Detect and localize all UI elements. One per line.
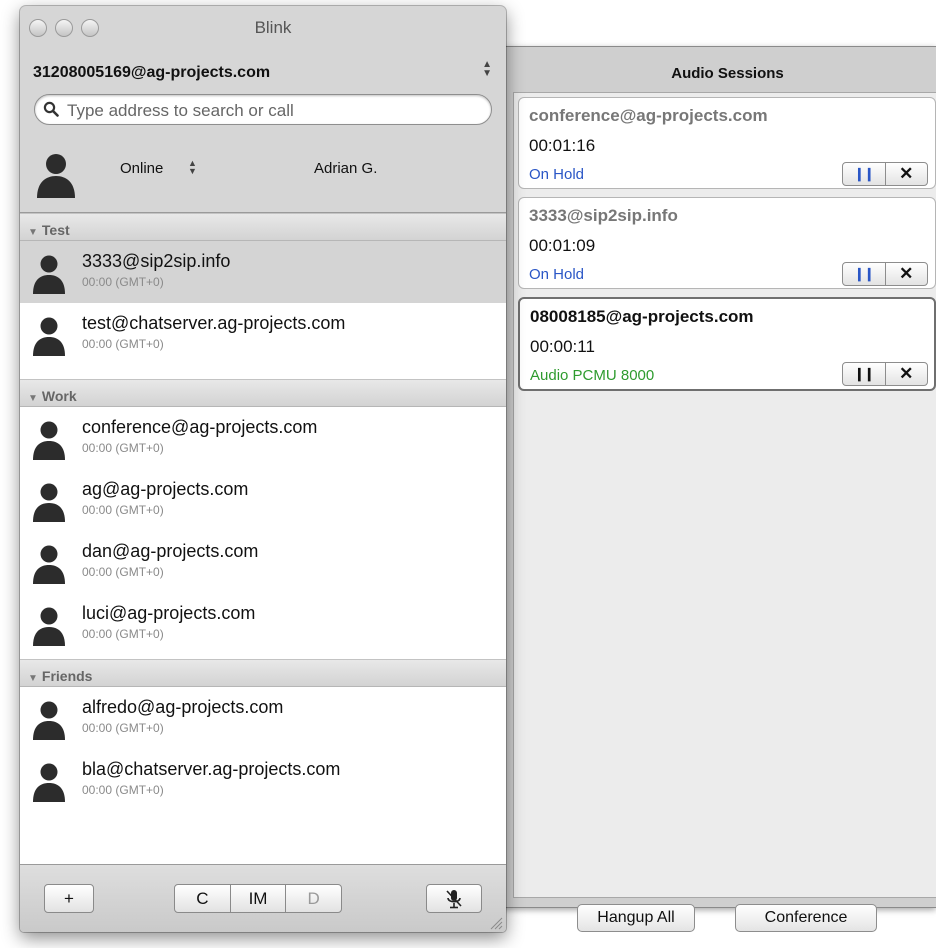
pause-icon: ❙❙ — [853, 266, 875, 281]
hold-button[interactable]: ❙❙ — [843, 363, 885, 385]
contact-row[interactable]: alfredo@ag-projects.com 00:00 (GMT+0) — [20, 687, 506, 749]
contact-avatar-icon — [33, 545, 65, 584]
contact-row[interactable]: luci@ag-projects.com 00:00 (GMT+0) — [20, 593, 506, 655]
contact-name: dan@ag-projects.com — [82, 541, 259, 561]
audio-sessions-title: Audio Sessions — [671, 65, 784, 82]
presence-stepper-icon[interactable]: ▲ ▼ — [188, 159, 197, 176]
hangup-all-button[interactable]: Hangup All — [577, 904, 695, 932]
search-field[interactable] — [34, 94, 492, 125]
group-header-test[interactable]: ▼ Test — [20, 213, 506, 241]
contact-time: 00:00 (GMT+0) — [82, 783, 164, 797]
contact-name: conference@ag-projects.com — [82, 417, 318, 437]
contact-name: 3333@sip2sip.info — [82, 251, 231, 271]
session-status: On Hold — [529, 266, 585, 283]
microphone-muted-icon — [446, 889, 462, 908]
audio-sessions-drawer: Audio Sessions conference@ag-projects.co… — [498, 46, 936, 932]
contact-avatar-icon — [33, 483, 65, 522]
session-card[interactable]: conference@ag-projects.com 00:01:16 On H… — [518, 97, 936, 189]
contact-row[interactable]: ag@ag-projects.com 00:00 (GMT+0) — [20, 469, 506, 531]
session-status: On Hold — [529, 166, 585, 183]
sessions-list: conference@ag-projects.com 00:01:16 On H… — [513, 92, 936, 898]
session-card[interactable]: 3333@sip2sip.info 00:01:09 On Hold ❙❙ ✕ — [518, 197, 936, 289]
contact-avatar-icon — [33, 607, 65, 646]
session-duration: 00:01:09 — [529, 236, 596, 255]
desktop-sharing-button[interactable]: D — [285, 885, 341, 912]
disclosure-triangle-icon: ▼ — [28, 393, 38, 404]
pause-icon: ❙❙ — [853, 166, 875, 181]
session-address: conference@ag-projects.com — [529, 106, 768, 125]
contact-row[interactable]: 3333@sip2sip.info 00:00 (GMT+0) — [20, 241, 506, 303]
contact-time: 00:00 (GMT+0) — [82, 337, 164, 351]
contact-row[interactable]: dan@ag-projects.com 00:00 (GMT+0) — [20, 531, 506, 593]
display-name[interactable]: Adrian G. — [314, 160, 377, 177]
session-status: Audio PCMU 8000 — [530, 367, 655, 384]
contact-time: 00:00 (GMT+0) — [82, 441, 164, 455]
group-name: Friends — [41, 668, 93, 684]
contact-name: bla@chatserver.ag-projects.com — [82, 759, 341, 779]
hangup-button[interactable]: ✕ — [884, 263, 928, 285]
close-icon: ✕ — [899, 164, 914, 183]
contact-time: 00:00 (GMT+0) — [82, 503, 164, 517]
user-avatar-icon[interactable] — [34, 150, 78, 198]
pause-icon: ❙❙ — [853, 366, 875, 381]
hangup-button[interactable]: ✕ — [884, 363, 928, 385]
contact-name: test@chatserver.ag-projects.com — [82, 313, 346, 333]
group-name: Work — [41, 388, 77, 404]
group-header-friends[interactable]: ▼ Friends — [20, 659, 506, 687]
group-header-work[interactable]: ▼ Work — [20, 379, 506, 407]
contact-row[interactable]: test@chatserver.ag-projects.com 00:00 (G… — [20, 303, 506, 365]
close-icon: ✕ — [899, 364, 914, 383]
mute-button[interactable] — [426, 884, 482, 913]
session-controls: ❙❙ ✕ — [842, 162, 928, 186]
session-address: 08008185@ag-projects.com — [530, 307, 754, 326]
presence-status[interactable]: Online — [120, 160, 163, 177]
add-contact-button[interactable]: + — [44, 884, 94, 913]
hold-button[interactable]: ❙❙ — [843, 163, 885, 185]
contact-name: luci@ag-projects.com — [82, 603, 256, 623]
hold-button[interactable]: ❙❙ — [843, 263, 885, 285]
contact-time: 00:00 (GMT+0) — [82, 565, 164, 579]
contact-avatar-icon — [33, 317, 65, 356]
close-icon: ✕ — [899, 264, 914, 283]
group-name: Test — [41, 222, 70, 238]
contact-time: 00:00 (GMT+0) — [82, 627, 164, 641]
search-icon — [43, 101, 59, 117]
contacts-list: ▼ Test 3333@sip2sip.info 00:00 (GMT+0) te… — [20, 213, 506, 864]
contact-time: 00:00 (GMT+0) — [82, 275, 164, 289]
contact-avatar-icon — [33, 255, 65, 294]
session-duration: 00:01:16 — [529, 136, 596, 155]
contact-row[interactable]: bla@chatserver.ag-projects.com 00:00 (GM… — [20, 749, 506, 811]
account-selector[interactable]: 31208005169@ag-projects.com — [33, 64, 270, 82]
conference-button[interactable]: Conference — [735, 904, 877, 932]
session-duration: 00:00:11 — [530, 337, 595, 356]
contact-name: ag@ag-projects.com — [82, 479, 249, 499]
account-stepper-icon[interactable]: ▲ ▼ — [482, 60, 492, 79]
blink-window: Blink 31208005169@ag-projects.com ▲▼ Onl… — [20, 6, 506, 932]
contact-row[interactable]: conference@ag-projects.com 00:00 (GMT+0) — [20, 407, 506, 469]
contact-avatar-icon — [33, 763, 65, 802]
window-title: Blink — [254, 18, 292, 37]
search-input[interactable] — [65, 98, 489, 124]
chat-button[interactable]: IM — [229, 885, 286, 912]
session-card-active[interactable]: 08008185@ag-projects.com 00:00:11 Audio … — [518, 297, 936, 391]
contact-avatar-icon — [33, 421, 65, 460]
disclosure-triangle-icon: ▼ — [28, 673, 38, 684]
contact-time: 00:00 (GMT+0) — [82, 721, 164, 735]
bottom-toolbar: + C IM D — [20, 864, 506, 932]
contact-name: alfredo@ag-projects.com — [82, 697, 284, 717]
session-mode-group: C IM D — [174, 884, 342, 913]
hangup-button[interactable]: ✕ — [884, 163, 928, 185]
disclosure-triangle-icon: ▼ — [28, 227, 38, 238]
resize-grip-icon[interactable] — [489, 916, 503, 930]
audio-call-button[interactable]: C — [175, 885, 230, 912]
contact-avatar-icon — [33, 701, 65, 740]
session-controls: ❙❙ ✕ — [842, 362, 928, 386]
session-address: 3333@sip2sip.info — [529, 206, 678, 225]
session-controls: ❙❙ ✕ — [842, 262, 928, 286]
